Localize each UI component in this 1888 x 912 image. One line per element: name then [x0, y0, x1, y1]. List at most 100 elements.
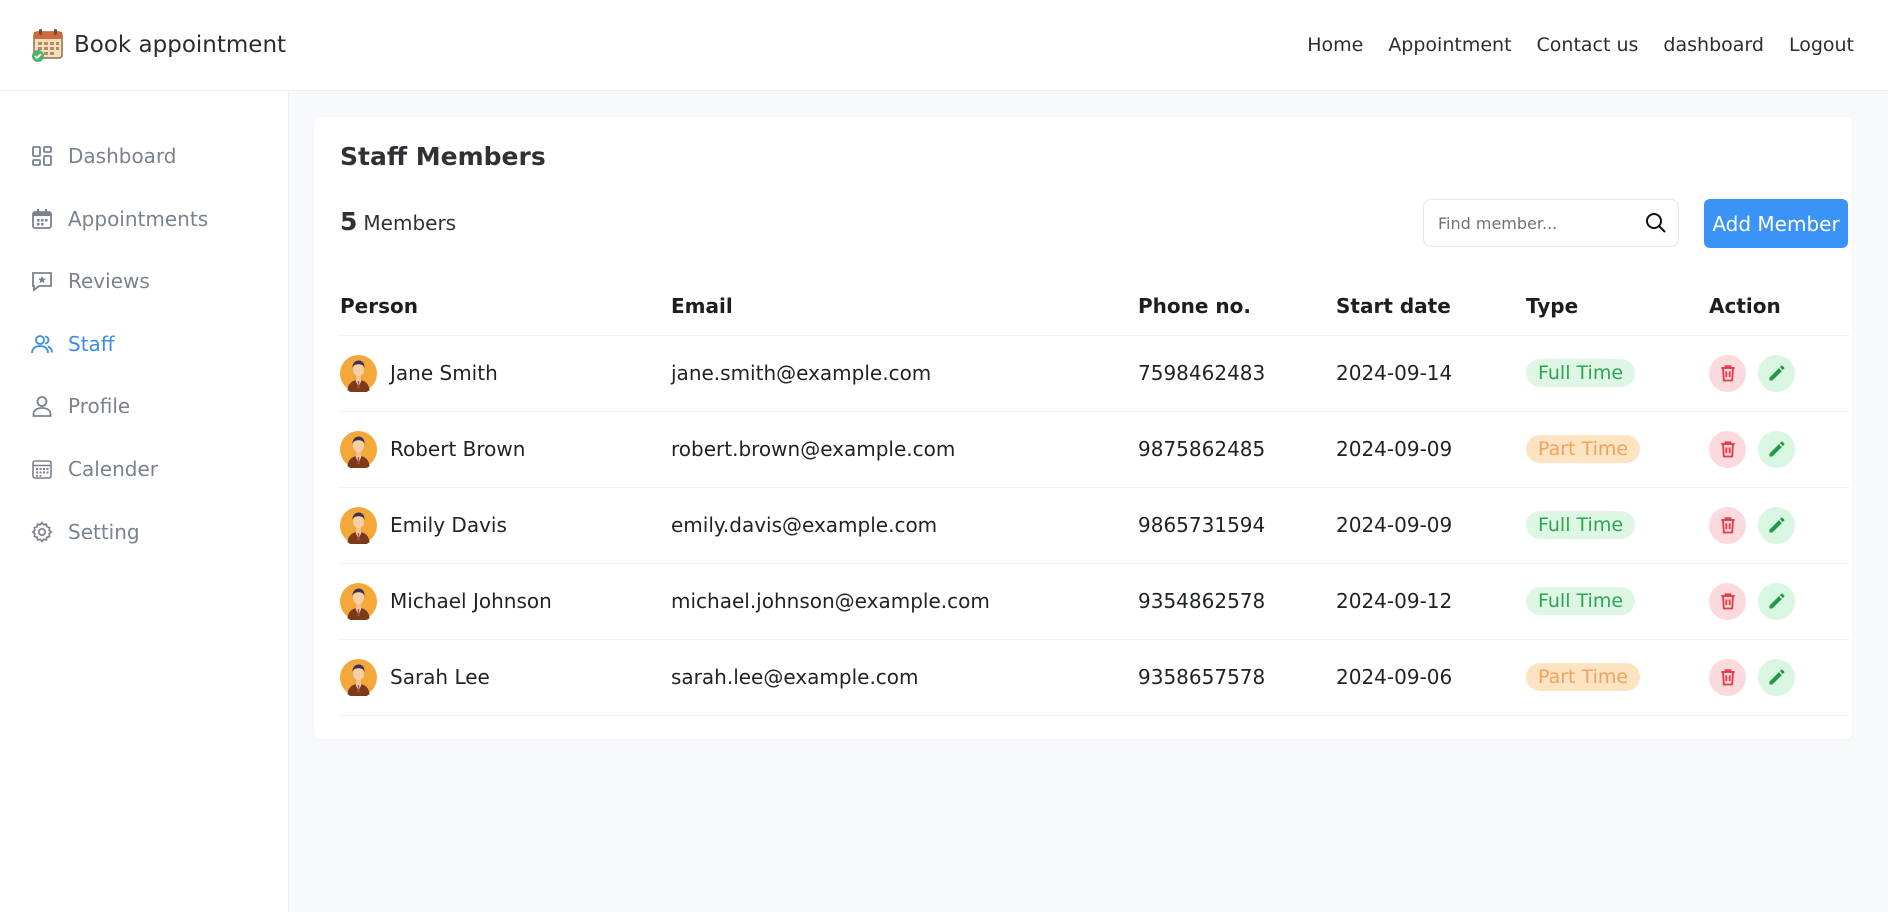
sidebar-item-label: Setting: [68, 519, 140, 544]
person-name: Robert Brown: [390, 437, 526, 461]
action-cell: [1707, 487, 1849, 564]
pencil-icon: [1769, 365, 1784, 381]
member-count: 5 Members: [340, 207, 456, 236]
user-icon: [32, 396, 52, 418]
search-box: [1423, 199, 1679, 247]
delete-button[interactable]: [1709, 658, 1746, 696]
nav-logout[interactable]: Logout: [1789, 34, 1854, 56]
sidebar-item-label: Calender: [68, 456, 158, 481]
phone-cell: 9875862485: [1136, 411, 1334, 488]
review-icon: [32, 272, 52, 293]
page-title: Staff Members: [340, 142, 546, 171]
sidebar-item-calender[interactable]: Calender: [30, 454, 288, 484]
email-cell: robert.brown@example.com: [669, 411, 1136, 488]
member-count-label: Members: [363, 211, 457, 235]
sidebar-item-profile[interactable]: Profile: [30, 391, 288, 421]
calendar-grid-icon: [32, 460, 52, 479]
person-name: Michael Johnson: [390, 589, 552, 613]
edit-button[interactable]: [1758, 658, 1795, 696]
sidebar-item-staff[interactable]: Staff: [30, 329, 288, 359]
start-date-cell: 2024-09-09: [1334, 487, 1524, 564]
table-row: Emily Davis emily.davis@example.com 9865…: [338, 487, 1849, 564]
brand[interactable]: Book appointment: [30, 27, 286, 63]
person-cell: Emily Davis: [338, 487, 669, 564]
column-header-person[interactable]: Person: [338, 278, 669, 336]
main-nav: Home Appointment Contact us dashboard Lo…: [1307, 34, 1854, 56]
column-header-phone[interactable]: Phone no.: [1136, 278, 1334, 336]
column-header-type[interactable]: Type: [1524, 278, 1707, 336]
staff-icon: [31, 334, 53, 353]
email-cell: emily.davis@example.com: [669, 487, 1136, 564]
sidebar-item-reviews[interactable]: Reviews: [30, 266, 288, 296]
delete-button[interactable]: [1709, 506, 1746, 544]
trash-icon: [1720, 593, 1735, 610]
nav-contact-us[interactable]: Contact us: [1537, 34, 1639, 56]
phone-cell: 7598462483: [1136, 335, 1334, 412]
column-header-email[interactable]: Email: [669, 278, 1136, 336]
edit-button[interactable]: [1758, 354, 1795, 392]
person-cell: Sarah Lee: [338, 639, 669, 716]
avatar-icon: [340, 582, 377, 620]
person-name: Emily Davis: [390, 513, 507, 537]
staff-table: Person Email Phone no. Start date Type A…: [338, 278, 1849, 716]
edit-button[interactable]: [1758, 582, 1795, 620]
start-date-cell: 2024-09-14: [1334, 335, 1524, 412]
start-date-cell: 2024-09-09: [1334, 411, 1524, 488]
edit-button[interactable]: [1758, 506, 1795, 544]
type-cell: Full Time: [1524, 487, 1707, 564]
avatar-icon: [340, 506, 377, 544]
start-date-cell: 2024-09-12: [1334, 563, 1524, 640]
edit-button[interactable]: [1758, 430, 1795, 468]
calendar-check-icon: [30, 27, 66, 63]
staff-card: Staff Members 5 Members Add Member Perso…: [314, 117, 1852, 739]
person-name: Jane Smith: [390, 361, 498, 385]
pencil-icon: [1769, 441, 1784, 457]
pencil-icon: [1769, 669, 1784, 685]
table-row: Sarah Lee sarah.lee@example.com 93586575…: [338, 639, 1849, 716]
search-input[interactable]: [1438, 213, 1644, 233]
table-row: Jane Smith jane.smith@example.com 759846…: [338, 335, 1849, 412]
pencil-icon: [1769, 517, 1784, 533]
column-header-start-date[interactable]: Start date: [1334, 278, 1524, 336]
action-cell: [1707, 563, 1849, 640]
sidebar-item-dashboard[interactable]: Dashboard: [30, 141, 288, 171]
email-cell: michael.johnson@example.com: [669, 563, 1136, 640]
email-cell: sarah.lee@example.com: [669, 639, 1136, 716]
phone-cell: 9865731594: [1136, 487, 1334, 564]
table-row: Michael Johnson michael.johnson@example.…: [338, 563, 1849, 640]
delete-button[interactable]: [1709, 430, 1746, 468]
trash-icon: [1720, 517, 1735, 534]
type-cell: Full Time: [1524, 563, 1707, 640]
sidebar-item-label: Dashboard: [68, 144, 177, 168]
add-member-button[interactable]: Add Member: [1704, 199, 1848, 248]
delete-button[interactable]: [1709, 354, 1746, 392]
nav-appointment[interactable]: Appointment: [1388, 34, 1511, 56]
action-cell: [1707, 411, 1849, 488]
sidebar-item-appointments[interactable]: Appointments: [30, 204, 288, 234]
phone-cell: 9354862578: [1136, 563, 1334, 640]
table-row: Robert Brown robert.brown@example.com 98…: [338, 411, 1849, 488]
trash-icon: [1720, 365, 1735, 382]
dashboard-icon: [32, 146, 52, 166]
sidebar: Dashboard Appointments Reviews Staff Pro…: [0, 91, 289, 912]
sidebar-item-label: Profile: [68, 394, 131, 419]
person-cell: Michael Johnson: [338, 563, 669, 640]
avatar-icon: [340, 658, 377, 696]
brand-title: Book appointment: [74, 32, 287, 58]
person-cell: Robert Brown: [338, 411, 669, 488]
nav-dashboard[interactable]: dashboard: [1663, 34, 1764, 56]
action-cell: [1707, 639, 1849, 716]
delete-button[interactable]: [1709, 582, 1746, 620]
phone-cell: 9358657578: [1136, 639, 1334, 716]
email-cell: jane.smith@example.com: [669, 335, 1136, 412]
search-icon[interactable]: [1644, 211, 1668, 235]
person-cell: Jane Smith: [338, 335, 669, 412]
nav-home[interactable]: Home: [1307, 34, 1363, 56]
trash-icon: [1720, 669, 1735, 686]
type-badge: Full Time: [1526, 587, 1636, 615]
sidebar-item-setting[interactable]: Setting: [30, 517, 288, 547]
trash-icon: [1720, 441, 1735, 458]
type-cell: Part Time: [1524, 411, 1707, 488]
type-badge: Full Time: [1526, 511, 1636, 539]
column-header-action: Action: [1707, 278, 1849, 336]
